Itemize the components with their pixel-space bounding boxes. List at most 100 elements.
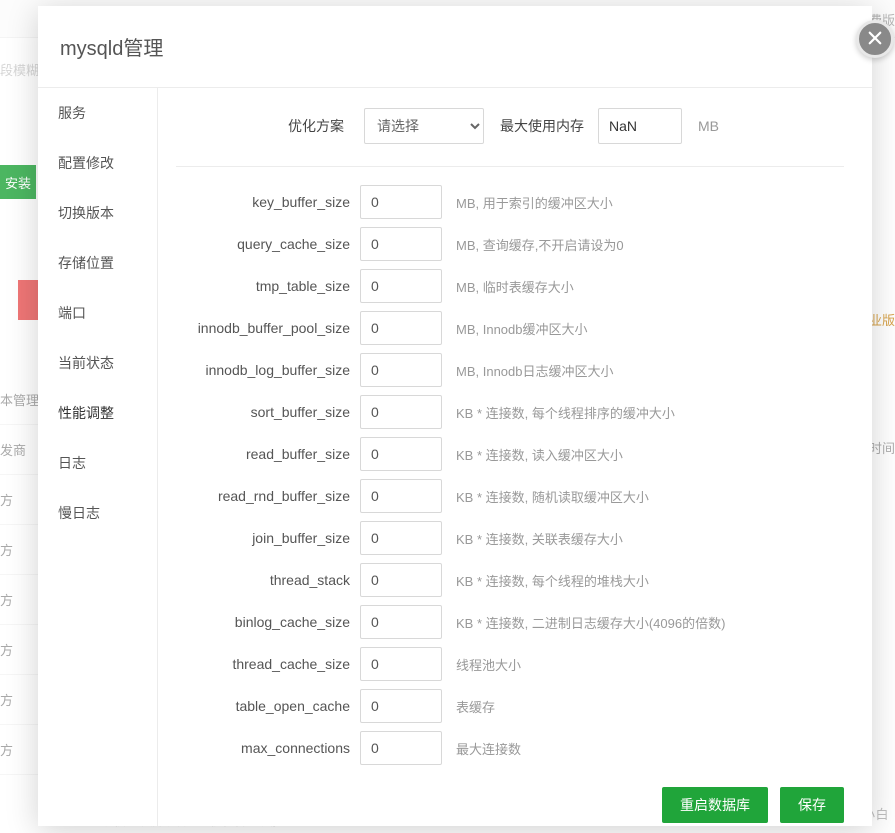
sidebar-item-7[interactable]: 日志: [38, 438, 157, 488]
sidebar-item-label: 性能调整: [58, 403, 114, 423]
close-button[interactable]: [856, 20, 894, 58]
param-desc: 线程池大小: [456, 655, 521, 674]
param-label: innodb_buffer_pool_size: [176, 320, 360, 336]
bg-menu-item: 方: [0, 475, 40, 525]
modal-mysqld: mysqld管理 服务配置修改切换版本存储位置端口当前状态性能调整日志慢日志 优…: [38, 6, 872, 826]
param-label: max_connections: [176, 740, 360, 756]
param-desc: MB, Innodb缓冲区大小: [456, 319, 588, 338]
param-label: join_buffer_size: [176, 530, 360, 546]
param-desc: KB * 连接数, 随机读取缓冲区大小: [456, 487, 649, 506]
param-row-key_buffer_size: key_buffer_sizeMB, 用于索引的缓冲区大小: [176, 185, 844, 219]
sidebar-item-8[interactable]: 慢日志: [38, 488, 157, 538]
sidebar-item-4[interactable]: 端口: [38, 288, 157, 338]
param-input-read_buffer_size[interactable]: [360, 437, 442, 471]
param-label: read_rnd_buffer_size: [176, 488, 360, 504]
param-row-tmp_table_size: tmp_table_size MB, 临时表缓存大小: [176, 269, 844, 303]
param-row-innodb_buffer_pool_size: innodb_buffer_pool_size MB, Innodb缓冲区大小: [176, 311, 844, 345]
sidebar-item-label: 当前状态: [58, 353, 114, 373]
sidebar-item-2[interactable]: 切换版本: [38, 188, 157, 238]
param-row-read_buffer_size: read_buffer_sizeKB * 连接数, 读入缓冲区大小: [176, 437, 844, 471]
param-row-read_rnd_buffer_size: read_rnd_buffer_size KB * 连接数, 随机读取缓冲区大小: [176, 479, 844, 513]
param-label: innodb_log_buffer_size: [176, 362, 360, 378]
param-input-join_buffer_size[interactable]: [360, 521, 442, 555]
modal-title: mysqld管理: [60, 32, 163, 61]
optimize-row: 优化方案 请选择 最大使用内存 MB: [176, 100, 844, 167]
param-input-innodb_log_buffer_size[interactable]: [360, 353, 442, 387]
footer-actions: 重启数据库 保存: [176, 773, 844, 823]
param-input-read_rnd_buffer_size[interactable]: [360, 479, 442, 513]
sidebar-item-5[interactable]: 当前状态: [38, 338, 157, 388]
param-input-key_buffer_size[interactable]: [360, 185, 442, 219]
param-desc: MB, 用于索引的缓冲区大小: [456, 193, 613, 212]
param-input-binlog_cache_size[interactable]: [360, 605, 442, 639]
param-desc: MB, Innodb日志缓冲区大小: [456, 361, 614, 380]
param-desc: 最大连接数: [456, 739, 521, 758]
sidebar-item-label: 存储位置: [58, 253, 114, 273]
param-input-max_connections[interactable]: [360, 731, 442, 765]
sidebar-item-label: 切换版本: [58, 203, 114, 223]
sidebar-item-1[interactable]: 配置修改: [38, 138, 157, 188]
param-desc: KB * 连接数, 关联表缓存大小: [456, 529, 623, 548]
param-input-thread_stack[interactable]: [360, 563, 442, 597]
param-row-sort_buffer_size: sort_buffer_size KB * 连接数, 每个线程排序的缓冲大小: [176, 395, 844, 429]
param-label: query_cache_size: [176, 236, 360, 252]
param-row-table_open_cache: table_open_cache 表缓存: [176, 689, 844, 723]
param-label: thread_stack: [176, 572, 360, 588]
modal-body: 服务配置修改切换版本存储位置端口当前状态性能调整日志慢日志 优化方案 请选择 最…: [38, 88, 872, 826]
bg-menu-item: 方: [0, 625, 40, 675]
sidebar-item-label: 慢日志: [58, 503, 100, 523]
close-icon: [866, 29, 884, 50]
param-desc: MB, 临时表缓存大小: [456, 277, 574, 296]
param-row-max_connections: max_connections 最大连接数: [176, 731, 844, 765]
bg-menu-item: 方: [0, 725, 40, 775]
params-list: key_buffer_sizeMB, 用于索引的缓冲区大小 query_cache…: [176, 185, 844, 765]
param-label: table_open_cache: [176, 698, 360, 714]
param-desc: KB * 连接数, 每个线程排序的缓冲大小: [456, 403, 675, 422]
param-row-join_buffer_size: join_buffer_size KB * 连接数, 关联表缓存大小: [176, 521, 844, 555]
sidebar-item-6[interactable]: 性能调整: [38, 388, 157, 438]
sidebar-item-label: 配置修改: [58, 153, 114, 173]
param-desc: MB, 查询缓存,不开启请设为0: [456, 235, 624, 254]
bg-red-block: [18, 280, 40, 320]
param-row-query_cache_size: query_cache_size MB, 查询缓存,不开启请设为0: [176, 227, 844, 261]
param-label: thread_cache_size: [176, 656, 360, 672]
param-row-thread_stack: thread_stack KB * 连接数, 每个线程的堆栈大小: [176, 563, 844, 597]
content-panel: 优化方案 请选择 最大使用内存 MB key_buffer_sizeMB, 用于…: [158, 88, 872, 826]
bg-menu-item: 方: [0, 675, 40, 725]
bg-install-btn[interactable]: 安装: [0, 165, 36, 199]
sidebar: 服务配置修改切换版本存储位置端口当前状态性能调整日志慢日志: [38, 88, 158, 826]
param-desc: KB * 连接数, 每个线程的堆栈大小: [456, 571, 649, 590]
param-desc: KB * 连接数, 二进制日志缓存大小(4096的倍数): [456, 613, 725, 632]
param-input-thread_cache_size[interactable]: [360, 647, 442, 681]
param-label: read_buffer_size: [176, 446, 360, 462]
param-input-tmp_table_size[interactable]: [360, 269, 442, 303]
page-root: 费版 段模糊 安装 企业版 本管理发商方方方方方方 期时间 提供系统启动项的可视…: [0, 0, 895, 833]
param-label: sort_buffer_size: [176, 404, 360, 420]
max-mem-unit: MB: [698, 118, 719, 134]
restart-db-button[interactable]: 重启数据库: [662, 787, 768, 823]
max-mem-label: 最大使用内存: [500, 116, 584, 136]
param-row-binlog_cache_size: binlog_cache_size KB * 连接数, 二进制日志缓存大小(409…: [176, 605, 844, 639]
save-button[interactable]: 保存: [780, 787, 844, 823]
param-input-sort_buffer_size[interactable]: [360, 395, 442, 429]
param-label: binlog_cache_size: [176, 614, 360, 630]
param-input-innodb_buffer_pool_size[interactable]: [360, 311, 442, 345]
sidebar-item-label: 日志: [58, 453, 86, 473]
bg-menu-item: 方: [0, 575, 40, 625]
bg-menu-item: 发商: [0, 425, 40, 475]
param-desc: 表缓存: [456, 697, 495, 716]
modal-header: mysqld管理: [38, 6, 872, 88]
bg-menu-item: 本管理: [0, 375, 40, 425]
max-mem-input[interactable]: [598, 108, 682, 144]
plan-label: 优化方案: [176, 116, 352, 136]
sidebar-item-label: 端口: [58, 303, 86, 323]
param-row-innodb_log_buffer_size: innodb_log_buffer_size MB, Innodb日志缓冲区大小: [176, 353, 844, 387]
sidebar-item-3[interactable]: 存储位置: [38, 238, 157, 288]
bg-left-menu: 本管理发商方方方方方方: [0, 375, 40, 775]
sidebar-item-0[interactable]: 服务: [38, 88, 157, 138]
param-input-query_cache_size[interactable]: [360, 227, 442, 261]
bg-menu-item: 方: [0, 525, 40, 575]
param-input-table_open_cache[interactable]: [360, 689, 442, 723]
param-label: tmp_table_size: [176, 278, 360, 294]
plan-select[interactable]: 请选择: [364, 108, 484, 144]
